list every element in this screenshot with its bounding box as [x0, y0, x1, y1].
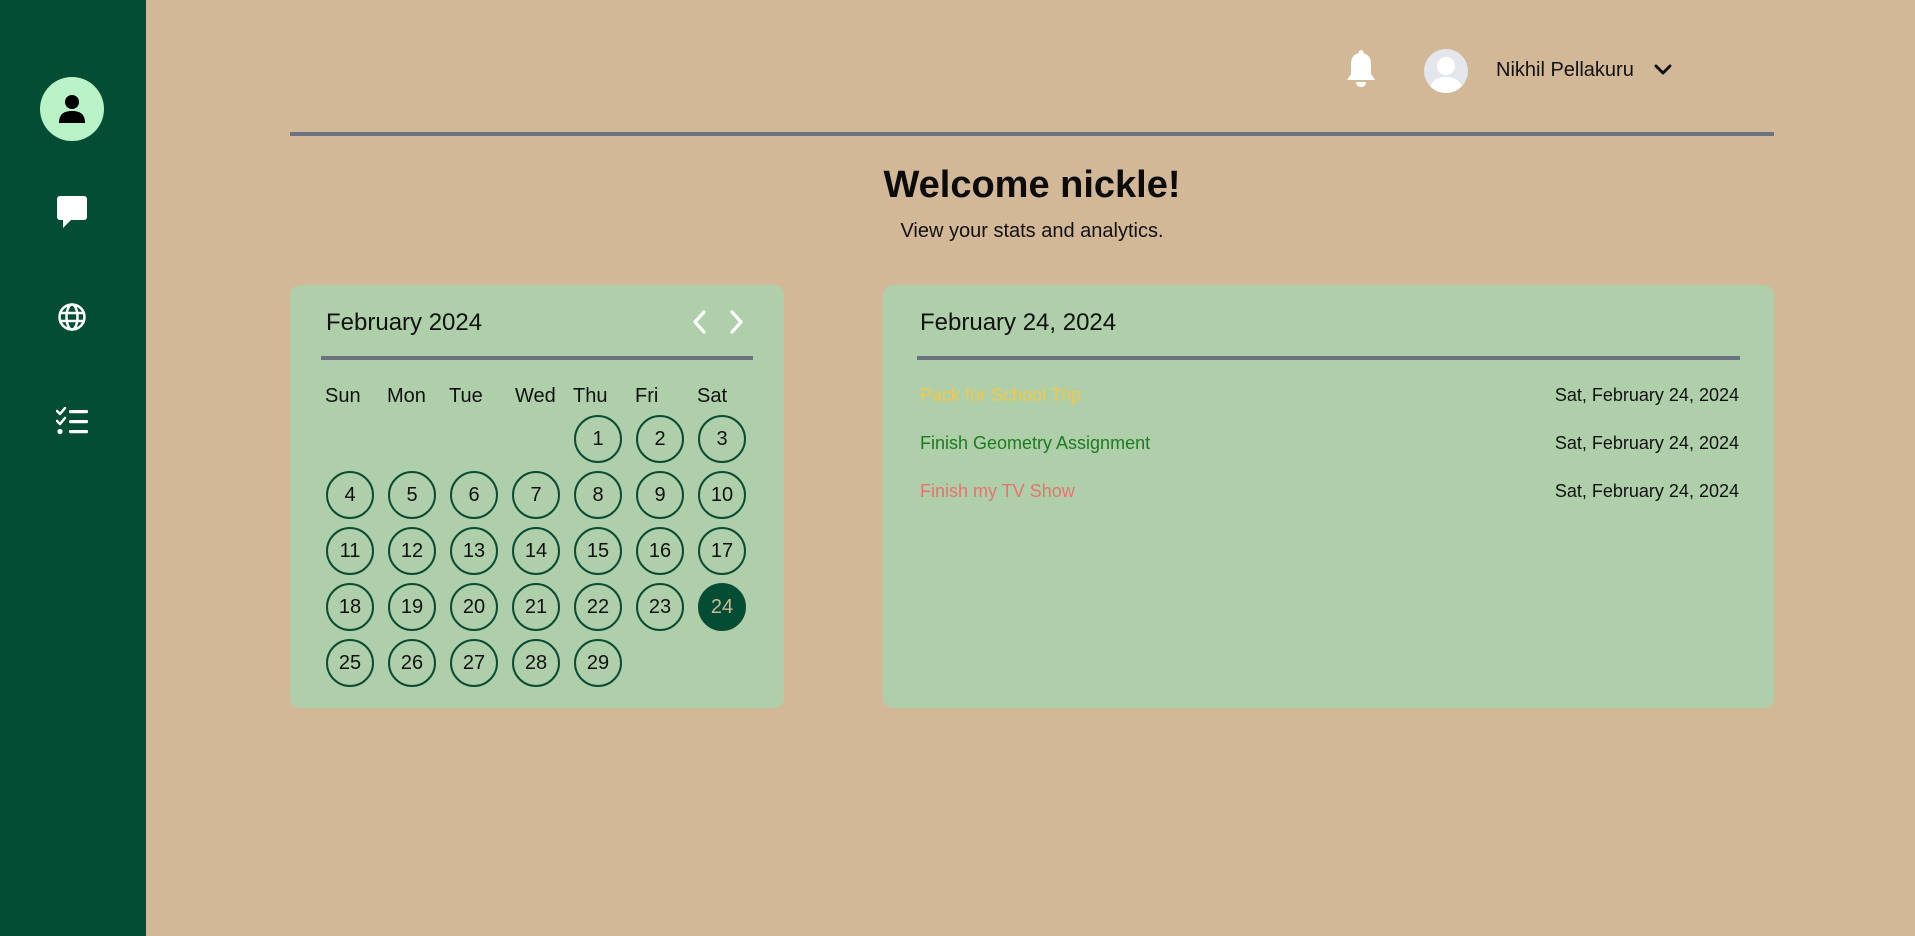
task-name[interactable]: Finish Geometry Assignment — [920, 433, 1150, 454]
calendar-day[interactable]: 29 — [574, 639, 622, 687]
calendar-divider — [321, 356, 753, 360]
calendar-day[interactable]: 16 — [636, 527, 684, 575]
user-name[interactable]: Nikhil Pellakuru — [1496, 59, 1634, 82]
sidebar — [0, 0, 146, 936]
calendar-day[interactable]: 13 — [450, 527, 498, 575]
calendar-day[interactable]: 25 — [326, 639, 374, 687]
weekday-label: Fri — [635, 385, 659, 407]
tasks-divider — [917, 356, 1740, 360]
bell-icon — [1347, 50, 1375, 87]
weekday-label: Tue — [449, 385, 483, 407]
weekday-label: Sat — [697, 385, 728, 407]
task-date: Sat, February 24, 2024 — [1554, 481, 1739, 501]
calendar-day[interactable]: 18 — [326, 583, 374, 631]
weekday-label: Wed — [515, 385, 556, 407]
calendar-day[interactable]: 6 — [450, 471, 498, 519]
weekday-label: Thu — [573, 385, 608, 407]
task-list-icon — [56, 407, 88, 435]
calendar-day[interactable]: 8 — [574, 471, 622, 519]
page-title: Welcome nickle! — [883, 164, 1181, 206]
task-name[interactable]: Finish my TV Show — [920, 481, 1075, 502]
sidebar-item-tasks[interactable] — [40, 389, 104, 453]
calendar-day[interactable]: 17 — [698, 527, 746, 575]
user-menu-toggle[interactable] — [1654, 63, 1672, 77]
task-name[interactable]: Pack for School Trip — [920, 385, 1081, 406]
sidebar-item-profile[interactable] — [40, 77, 104, 141]
task-date: Sat, February 24, 2024 — [1554, 433, 1739, 453]
notifications-button[interactable] — [1345, 50, 1377, 90]
globe-icon — [58, 303, 86, 331]
header-divider — [290, 132, 1774, 136]
next-month-button[interactable] — [724, 309, 748, 335]
page-subtitle: View your stats and analytics. — [900, 220, 1164, 242]
calendar-day[interactable]: 19 — [388, 583, 436, 631]
calendar-day[interactable]: 15 — [574, 527, 622, 575]
calendar-card: February 2024 Sun Mon Tue Wed Thu Fri Sat 1234… — [290, 285, 784, 708]
chat-icon — [57, 196, 87, 228]
calendar-day[interactable]: 14 — [512, 527, 560, 575]
calendar-day[interactable]: 26 — [388, 639, 436, 687]
user-icon — [59, 95, 85, 123]
calendar-day[interactable]: 22 — [574, 583, 622, 631]
chevron-right-icon — [730, 310, 743, 334]
task-date: Sat, February 24, 2024 — [1554, 385, 1739, 405]
calendar-day[interactable]: 2 — [636, 415, 684, 463]
calendar-day-selected[interactable]: 24 — [698, 583, 746, 631]
calendar-day[interactable]: 1 — [574, 415, 622, 463]
tasks-date-heading: February 24, 2024 — [920, 309, 1117, 336]
calendar-day[interactable]: 20 — [450, 583, 498, 631]
calendar-day[interactable]: 11 — [326, 527, 374, 575]
calendar-day[interactable]: 4 — [326, 471, 374, 519]
calendar-day[interactable]: 9 — [636, 471, 684, 519]
calendar-day[interactable]: 28 — [512, 639, 560, 687]
calendar-month-label: February 2024 — [326, 309, 483, 336]
calendar-day[interactable]: 7 — [512, 471, 560, 519]
sidebar-item-messages[interactable] — [40, 180, 104, 244]
calendar-day[interactable]: 3 — [698, 415, 746, 463]
calendar-day[interactable]: 5 — [388, 471, 436, 519]
calendar-day[interactable]: 21 — [512, 583, 560, 631]
weekday-label: Mon — [387, 385, 426, 407]
calendar-day[interactable]: 23 — [636, 583, 684, 631]
default-avatar-icon — [1428, 57, 1464, 93]
avatar[interactable] — [1424, 49, 1468, 93]
chevron-left-icon — [693, 310, 706, 334]
chevron-down-icon — [1654, 64, 1672, 75]
sidebar-item-explore[interactable] — [40, 285, 104, 349]
calendar-day[interactable]: 12 — [388, 527, 436, 575]
calendar-day[interactable]: 10 — [698, 471, 746, 519]
previous-month-button[interactable] — [688, 309, 712, 335]
weekday-label: Sun — [325, 385, 361, 407]
tasks-card: February 24, 2024 Pack for School Trip S… — [883, 285, 1774, 708]
calendar-day[interactable]: 27 — [450, 639, 498, 687]
